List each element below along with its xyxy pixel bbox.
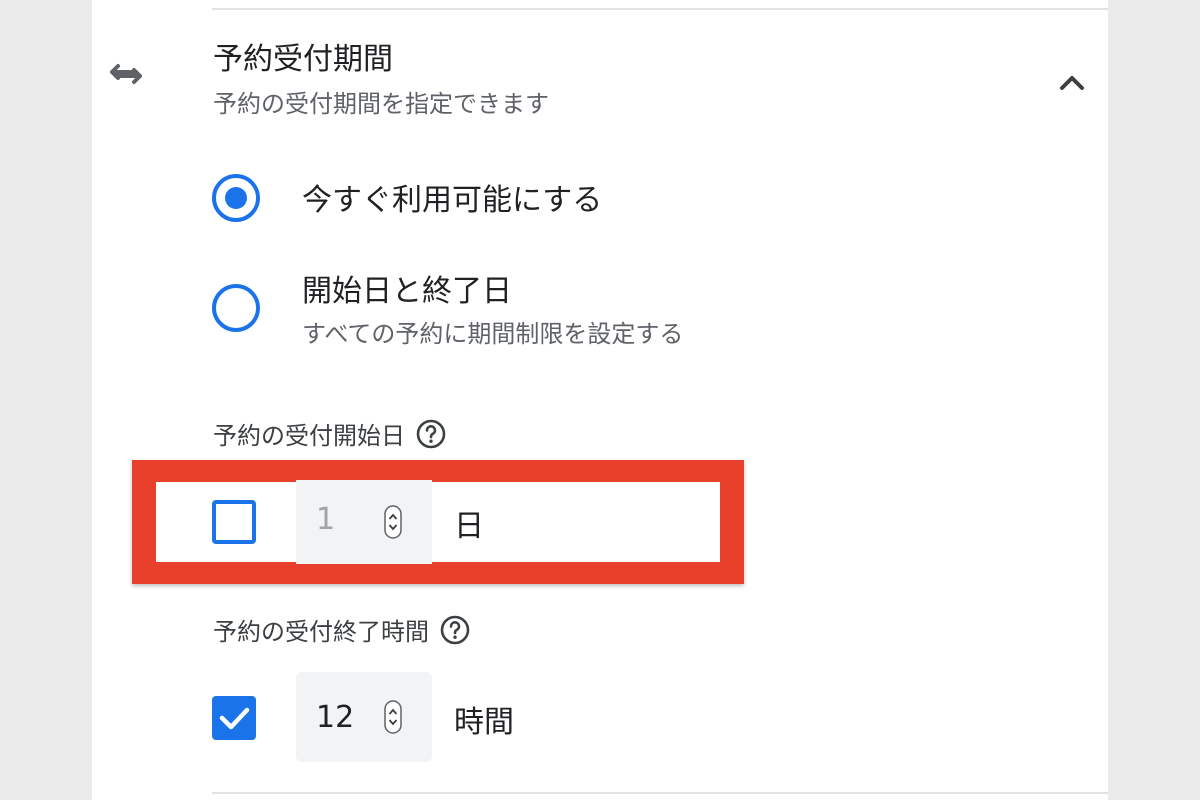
booking-start-label: 予約の受付開始日 — [213, 416, 447, 451]
option-start-end-date-description: すべての予約に期間制限を設定する — [302, 320, 684, 348]
spin-arrows-icon[interactable] — [384, 700, 402, 734]
booking-start-label-text: 予約の受付開始日 — [213, 422, 405, 450]
booking-end-label-text: 予約の受付終了時間 — [213, 618, 429, 646]
section-subtitle: 予約の受付期間を指定できます — [213, 90, 549, 118]
option-available-now-label: 今すぐ利用可能にする — [302, 183, 603, 218]
booking-end-stepper[interactable]: 12 — [296, 672, 432, 762]
swap-horiz-icon — [110, 64, 142, 84]
help-circle-icon[interactable] — [439, 614, 471, 646]
settings-panel: 予約受付期間 予約の受付期間を指定できます 今すぐ利用可能にする 開始日と終了日… — [92, 0, 1108, 800]
booking-start-checkbox[interactable] — [212, 500, 256, 544]
chevron-up-icon[interactable] — [1054, 66, 1090, 96]
radio-start-end-date[interactable] — [212, 284, 260, 332]
spin-arrows-icon[interactable] — [384, 505, 402, 539]
booking-start-unit: 日 — [454, 509, 484, 544]
booking-start-stepper[interactable]: 1 — [296, 480, 432, 564]
booking-end-unit: 時間 — [454, 705, 514, 740]
help-circle-icon[interactable] — [415, 418, 447, 450]
section-title: 予約受付期間 — [213, 42, 393, 77]
option-start-end-date-label: 開始日と終了日 — [302, 274, 512, 309]
booking-end-checkbox[interactable] — [212, 696, 256, 740]
checkmark-icon — [219, 707, 250, 730]
radio-available-now[interactable] — [212, 174, 260, 222]
booking-end-label: 予約の受付終了時間 — [213, 612, 471, 647]
booking-end-value[interactable]: 12 — [316, 700, 354, 735]
bottom-divider — [212, 792, 1108, 794]
top-divider — [212, 8, 1108, 10]
booking-start-value[interactable]: 1 — [316, 502, 335, 537]
